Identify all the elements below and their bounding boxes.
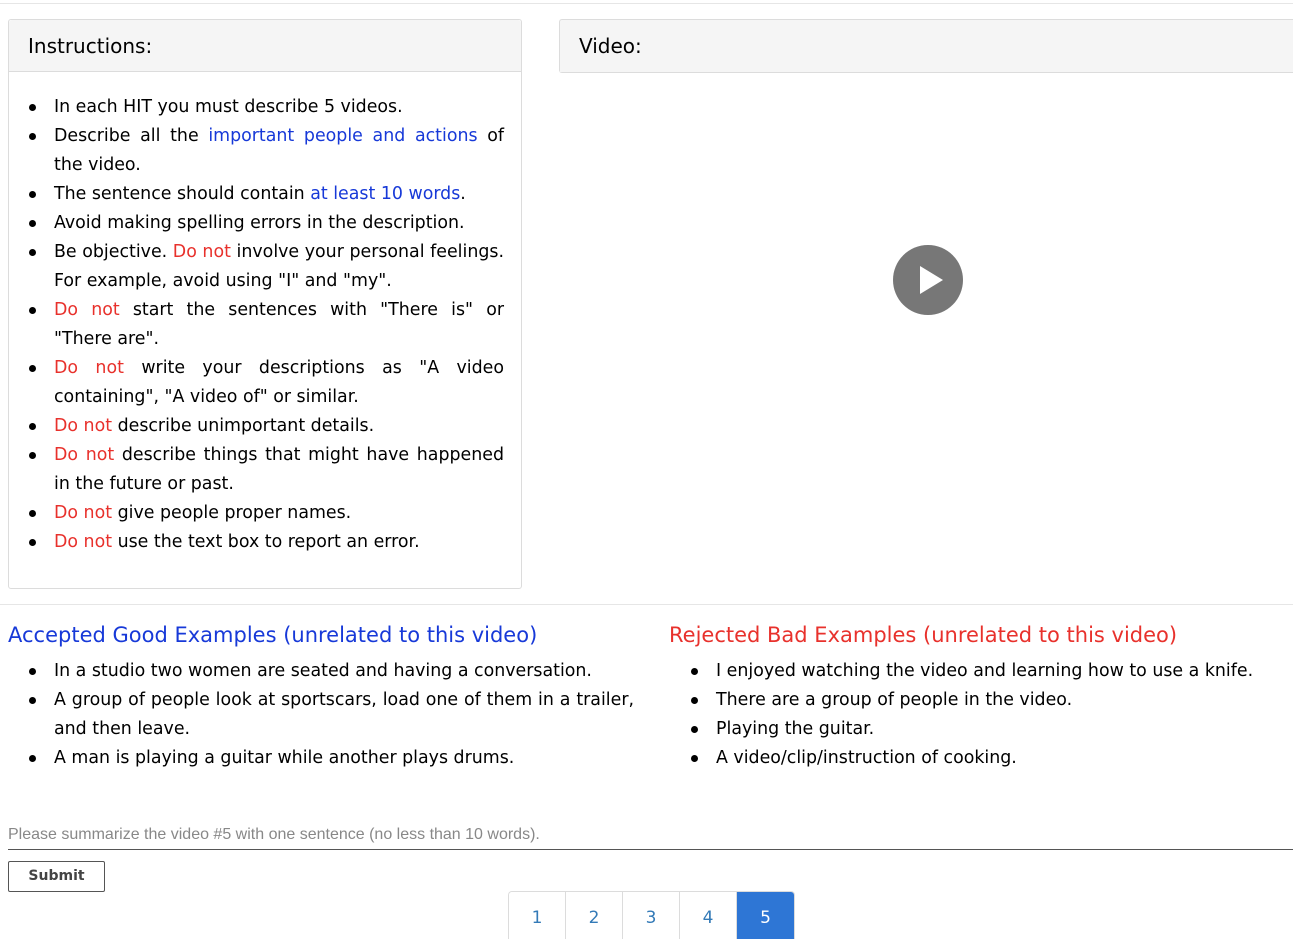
instruction-text: The sentence should contain bbox=[54, 184, 311, 204]
submit-button[interactable]: Submit bbox=[8, 861, 105, 892]
list-item: I enjoyed watching the video and learnin… bbox=[691, 657, 1286, 686]
instructions-title: Instructions: bbox=[9, 20, 521, 72]
instruction-text: give people proper names. bbox=[112, 503, 352, 523]
page-4-button[interactable]: 4 bbox=[680, 892, 737, 939]
instruction-text: Describe all the bbox=[54, 126, 209, 146]
instruction-highlight: Do not bbox=[54, 358, 124, 378]
play-icon[interactable] bbox=[893, 245, 963, 315]
video-title: Video: bbox=[560, 20, 1293, 72]
instruction-text: Avoid making spelling errors in the desc… bbox=[54, 213, 465, 233]
instruction-text: describe things that might have happened… bbox=[54, 445, 504, 494]
good-examples-list: In a studio two women are seated and hav… bbox=[29, 657, 634, 773]
instruction-highlight: at least 10 words bbox=[310, 184, 461, 204]
instruction-item: Do not give people proper names. bbox=[29, 499, 504, 528]
good-examples-title: Accepted Good Examples (unrelated to thi… bbox=[8, 623, 538, 647]
instruction-highlight: Do not bbox=[54, 416, 113, 436]
section-divider bbox=[0, 604, 1293, 605]
list-item: A man is playing a guitar while another … bbox=[29, 744, 634, 773]
instruction-item: Do not describe unimportant details. bbox=[29, 412, 504, 441]
instruction-item: Describe all the important people and ac… bbox=[29, 122, 504, 180]
list-item: Playing the guitar. bbox=[691, 715, 1286, 744]
instruction-text: . bbox=[460, 184, 466, 204]
instructions-list: In each HIT you must describe 5 videos. D… bbox=[29, 93, 504, 557]
page-1-button[interactable]: 1 bbox=[509, 892, 566, 939]
instruction-item: Do not describe things that might have h… bbox=[29, 441, 504, 499]
list-item: There are a group of people in the video… bbox=[691, 686, 1286, 715]
instruction-item: The sentence should contain at least 10 … bbox=[29, 180, 504, 209]
instruction-text: use the text box to report an error. bbox=[112, 532, 420, 552]
bad-examples-list: I enjoyed watching the video and learnin… bbox=[691, 657, 1286, 773]
instructions-panel: Instructions: In each HIT you must descr… bbox=[8, 19, 522, 589]
bad-examples-title: Rejected Bad Examples (unrelated to this… bbox=[669, 623, 1178, 647]
list-item: A video/clip/instruction of cooking. bbox=[691, 744, 1286, 773]
instruction-item: Do not use the text box to report an err… bbox=[29, 528, 504, 557]
list-item: In a studio two women are seated and hav… bbox=[29, 657, 634, 686]
instruction-item: Do not start the sentences with "There i… bbox=[29, 296, 504, 354]
summary-input[interactable] bbox=[8, 820, 1293, 850]
pagination: 12345 bbox=[508, 891, 795, 939]
instruction-highlight: Do not bbox=[172, 242, 231, 262]
page-3-button[interactable]: 3 bbox=[623, 892, 680, 939]
instruction-item: Avoid making spelling errors in the desc… bbox=[29, 209, 504, 238]
instruction-highlight: Do not bbox=[54, 300, 120, 320]
instruction-item: Be objective. Do not involve your person… bbox=[29, 238, 504, 296]
instruction-item: In each HIT you must describe 5 videos. bbox=[29, 93, 504, 122]
list-item: A group of people look at sportscars, lo… bbox=[29, 686, 634, 744]
instruction-text: In each HIT you must describe 5 videos. bbox=[54, 97, 403, 117]
instruction-highlight: Do not bbox=[54, 503, 113, 523]
video-panel: Video: bbox=[559, 19, 1293, 73]
top-divider bbox=[0, 3, 1293, 4]
instruction-text: describe unimportant details. bbox=[112, 416, 375, 436]
instruction-item: Do not write your descriptions as "A vid… bbox=[29, 354, 504, 412]
page-2-button[interactable]: 2 bbox=[566, 892, 623, 939]
page-5-button[interactable]: 5 bbox=[737, 892, 794, 939]
instruction-highlight: Do not bbox=[54, 532, 113, 552]
instruction-text: Be objective. bbox=[54, 242, 173, 262]
instruction-highlight: important people and actions bbox=[208, 126, 478, 146]
instruction-highlight: Do not bbox=[54, 445, 115, 465]
instruction-text: start the sentences with "There is" or "… bbox=[54, 300, 504, 349]
